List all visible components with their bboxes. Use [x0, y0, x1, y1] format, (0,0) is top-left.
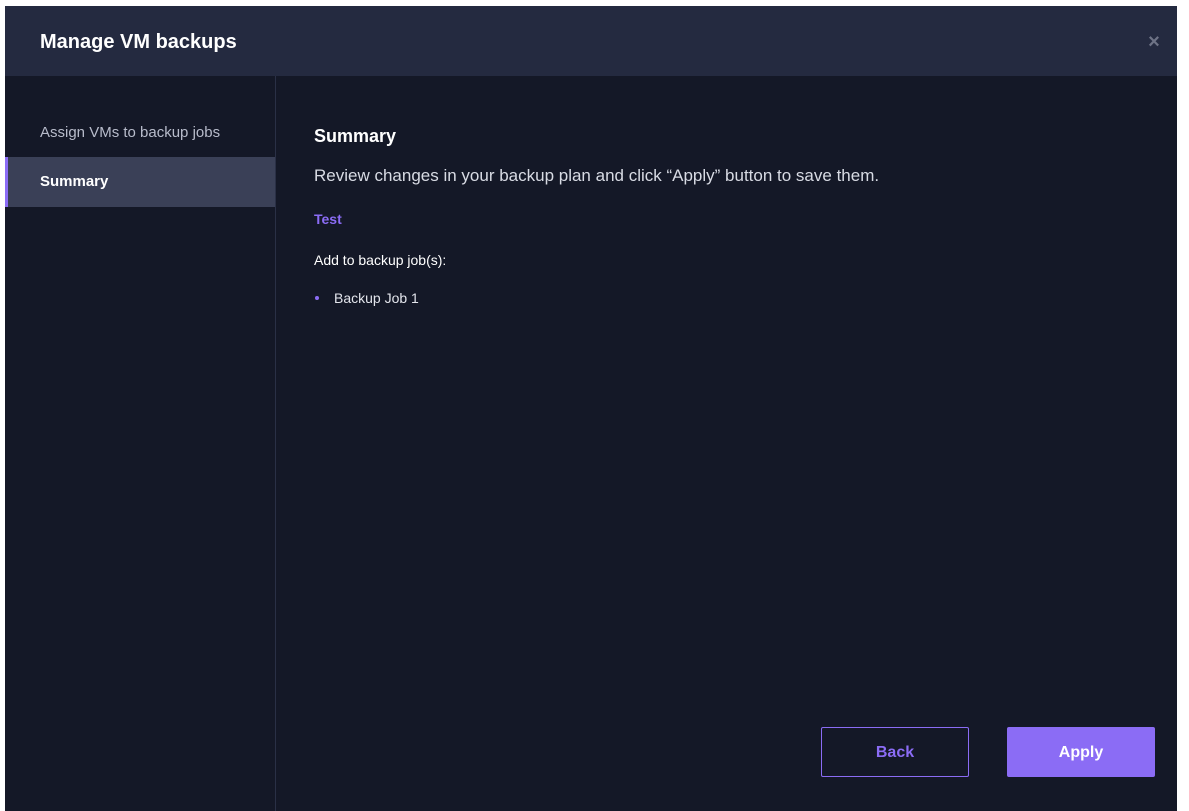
backup-job-name: Backup Job 1	[334, 290, 419, 306]
manage-vm-backups-dialog: Manage VM backups × Assign VMs to backup…	[5, 6, 1177, 811]
section-title: Summary	[314, 126, 397, 146]
close-icon[interactable]: ×	[1145, 32, 1163, 52]
summary-description: Review changes in your backup plan and c…	[314, 166, 880, 185]
sidebar-item-assign-vms[interactable]: Assign VMs to backup jobs	[5, 108, 275, 158]
back-button[interactable]: Back	[821, 727, 969, 777]
bullet-icon	[315, 296, 319, 300]
dialog-title: Manage VM backups	[40, 31, 237, 53]
dialog-header: Manage VM backups ×	[5, 6, 1177, 76]
active-indicator	[5, 157, 8, 207]
sidebar-item-label: Assign VMs to backup jobs	[40, 124, 221, 141]
action-label: Add to backup job(s):	[314, 252, 447, 268]
sidebar-item-summary[interactable]: Summary	[5, 157, 275, 207]
apply-button[interactable]: Apply	[1007, 727, 1155, 777]
summary-panel: Summary Review changes in your backup pl…	[276, 76, 1177, 811]
vm-name: Test	[314, 211, 342, 227]
wizard-sidebar: Assign VMs to backup jobs Summary	[5, 76, 276, 811]
sidebar-item-label: Summary	[40, 173, 109, 190]
